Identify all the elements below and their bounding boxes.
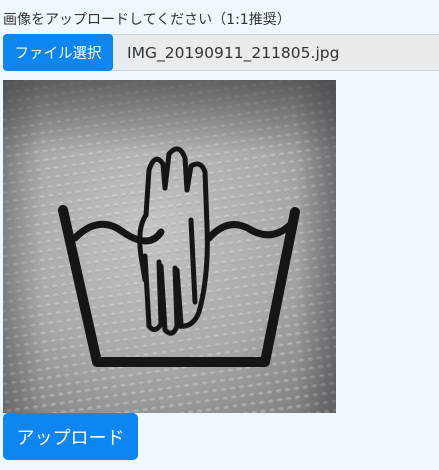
file-input-group[interactable]: ファイル選択 IMG_20190911_211805.jpg: [3, 34, 439, 71]
selected-file-name[interactable]: IMG_20190911_211805.jpg: [109, 34, 439, 71]
hand-wash-symbol-photo: [3, 80, 336, 413]
image-preview: [3, 80, 336, 413]
upload-button[interactable]: アップロード: [3, 413, 138, 460]
upload-instruction: 画像をアップロードしてください（1:1推奨）: [3, 12, 291, 28]
file-select-button[interactable]: ファイル選択: [3, 34, 113, 71]
